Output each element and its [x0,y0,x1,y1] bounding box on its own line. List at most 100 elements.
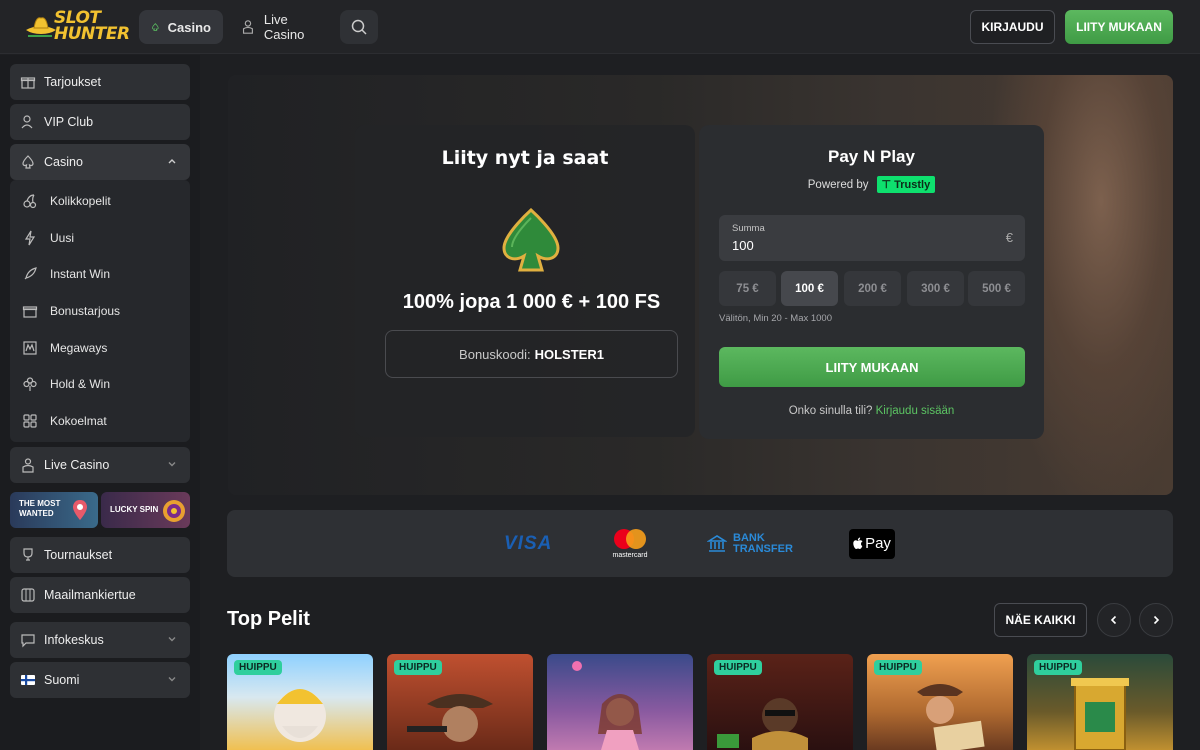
bonus-code-value: HOLSTER1 [534,346,604,362]
apple-icon [853,537,863,549]
carousel-prev-button[interactable] [1097,603,1131,637]
chevron-down-icon [168,637,176,642]
grid-icon [23,414,37,428]
join-button-header[interactable]: LIITY MUKAAN [1065,10,1173,44]
sidebar-sub-label: Instant Win [50,267,111,281]
mastercard-label: mastercard [612,552,648,559]
sidebar-item-label: Tarjoukset [44,75,101,89]
lightning-icon [24,230,36,246]
amount-value[interactable]: 100 [732,238,754,253]
game-card[interactable]: HUIPPU [1027,654,1173,750]
see-all-button[interactable]: NÄE KAIKKI [994,603,1087,637]
offer-text: 100% jopa 1 000 € + 100 FS [402,291,661,313]
bank-label-1: BANK [733,531,765,544]
visa-label: VISA [504,532,553,554]
sidebar-sub-instant-win[interactable]: Instant Win [22,259,110,289]
cherry-icon [23,194,37,209]
top-badge: HUIPPU [1034,660,1082,675]
sidebar-item-vip-club[interactable]: VIP Club [10,104,190,140]
sidebar-item-info[interactable]: Infokeskus [10,622,190,658]
mastercard-logo: mastercard [612,510,648,577]
map-icon [21,588,35,602]
sidebar-item-casino[interactable]: Casino [10,144,190,180]
sidebar-sub-uusi[interactable]: Uusi [22,223,74,253]
visa-logo: VISA [504,510,552,577]
quick-amount-200[interactable]: 200 € [844,271,901,306]
sidebar-sub-megaways[interactable]: Megaways [22,333,107,363]
chat-icon [21,634,35,648]
top-badge: HUIPPU [234,660,282,675]
sidebar-sub-kolikkopelit[interactable]: Kolikkopelit [22,186,111,216]
spade-icon [22,155,34,169]
sidebar-sub-label: Hold & Win [50,377,111,391]
sidebar-item-label: Casino [44,155,83,169]
promo-most-wanted[interactable]: THE MOST WANTED [10,492,98,528]
map-pin-icon [73,500,87,520]
login-button[interactable]: KIRJAUDU [970,10,1055,44]
promo-lucky-spin[interactable]: LUCKY SPIN [101,492,190,528]
game-card[interactable]: HUIPPU [387,654,533,750]
rocket-icon [24,267,37,280]
sidebar-item-tarjoukset[interactable]: Tarjoukset [10,64,190,100]
language-selector[interactable]: Suomi [10,662,190,698]
search-button[interactable] [340,10,378,44]
carousel-next-button[interactable] [1139,603,1173,637]
green-spade-icon [502,208,560,272]
spade-icon [152,23,159,31]
sidebar-sub-label: Kokoelmat [50,414,107,428]
trophy-icon [23,548,33,561]
amount-hint: Välitön, Min 20 - Max 1000 [719,313,833,324]
sidebar-sub-bonustarjous[interactable]: Bonustarjous [22,296,120,326]
sidebar-sub-label: Bonustarjous [50,304,121,318]
sidebar-item-world-tour[interactable]: Maailmankiertue [10,577,190,613]
amount-field[interactable]: Summa 100 € [719,215,1025,261]
powered-by: Powered by ⊤ Trustly [699,176,1044,193]
sidebar-item-label: VIP Club [44,115,94,129]
bonus-code-label: Bonuskoodi: [459,346,531,362]
casino-submenu: Kolikkopelit Uusi Instant Win Bonustarjo… [10,180,190,442]
quick-amount-300[interactable]: 300 € [907,271,964,306]
sidebar-item-tournaments[interactable]: Tournaukset [10,537,190,573]
game-card[interactable]: HUIPPU [707,654,853,750]
sidebar-sub-label: Megaways [50,341,108,355]
sidebar: Tarjoukset VIP Club Casino Kolikkopelit … [0,55,200,750]
apple-pay-label: Pay [865,535,891,552]
nav-casino[interactable]: Casino [139,10,223,44]
chevron-right-icon [1153,615,1160,625]
join-button[interactable]: LIITY MUKAAN [719,347,1025,387]
trustly-label: Trustly [894,179,931,191]
sidebar-item-live-casino[interactable]: Live Casino [10,447,190,483]
promo-label: THE MOST WANTED [19,499,61,518]
hero-title: Liity nyt ja saat [441,147,609,169]
chevron-left-icon [1110,615,1117,625]
top-games-title: Top Pelit [227,608,310,630]
chevron-up-icon [168,159,176,164]
login-link[interactable]: Kirjaudu sisään [876,405,955,417]
finland-flag-icon [21,675,35,685]
bank-label-2: TRANSFER [733,542,793,555]
sidebar-item-label: Infokeskus [44,633,104,647]
quick-amount-100[interactable]: 100 € [781,271,838,306]
bonus-code-box[interactable]: Bonuskoodi: HOLSTER1 [385,330,678,378]
nav-live-casino[interactable]: Live Casino [228,10,336,44]
game-card[interactable] [547,654,693,750]
trustly-mark-icon: ⊤ [881,179,895,191]
quick-amount-75[interactable]: 75 € [719,271,776,306]
apple-pay-logo: Pay [849,510,895,577]
quick-amount-500[interactable]: 500 € [968,271,1025,306]
top-bar: SLOT HUNTER Casino Live Casino KIRJAUDU … [0,0,1200,54]
nav-live-casino-label: Live Casino [263,12,305,42]
gift-icon [20,77,36,89]
logo-wordmark: SLOT HUNTER [54,10,130,43]
sidebar-item-label: Maailmankiertue [44,588,136,602]
pay-n-play-title: Pay N Play [828,147,915,166]
gift-icon [22,306,38,318]
sidebar-sub-kokoelmat[interactable]: Kokoelmat [22,406,107,436]
slot-hunter-logo[interactable]: SLOT HUNTER [24,6,130,48]
sidebar-sub-hold-win[interactable]: Hold & Win [22,369,110,399]
search-icon [351,19,367,35]
sidebar-sub-label: Uusi [50,231,75,245]
game-card[interactable]: HUIPPU [227,654,373,750]
top-badge: HUIPPU [714,660,762,675]
game-card[interactable]: HUIPPU [867,654,1013,750]
